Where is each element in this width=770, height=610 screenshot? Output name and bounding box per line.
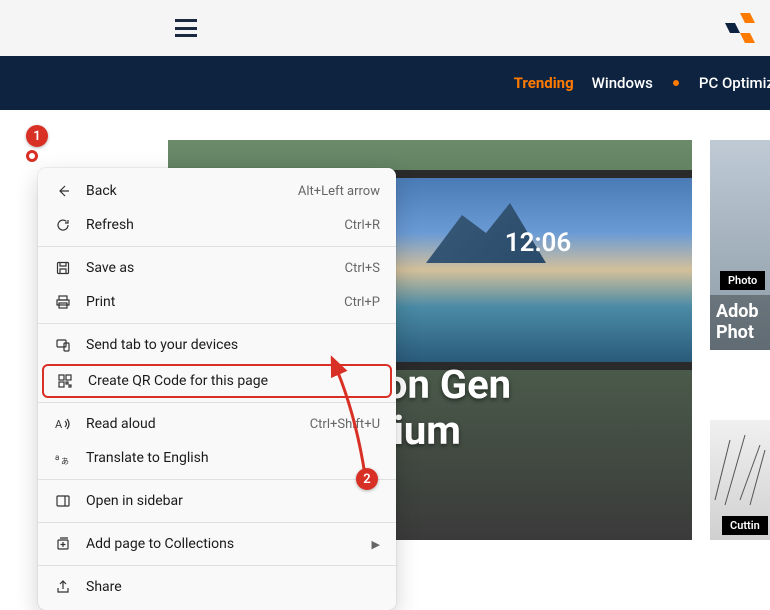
menu-item-share[interactable]: Share (38, 570, 396, 604)
read-aloud-icon: A (54, 415, 72, 433)
site-header (0, 0, 770, 56)
refresh-icon (54, 216, 72, 234)
side-article-title: Adob Phot (710, 295, 770, 350)
menu-label: Back (86, 183, 298, 199)
navbar: Trending Windows PC Optimiz (0, 56, 770, 110)
menu-item-back[interactable]: Back Alt+Left arrow (38, 174, 396, 208)
menu-label: Create QR Code for this page (88, 373, 378, 389)
menu-label: Refresh (86, 217, 344, 233)
hamburger-menu-icon[interactable] (175, 19, 197, 37)
menu-shortcut: Ctrl+S (345, 261, 380, 276)
svg-text:あ: あ (61, 457, 69, 466)
devices-icon (54, 336, 72, 354)
menu-item-sidebar[interactable]: Open in sidebar (38, 484, 396, 518)
sidebar-icon (54, 492, 72, 510)
menu-item-refresh[interactable]: Refresh Ctrl+R (38, 208, 396, 242)
menu-shortcut: Ctrl+R (344, 218, 380, 233)
menu-divider (38, 246, 396, 247)
menu-shortcut: Ctrl+Shift+U (310, 417, 380, 432)
arrow-left-icon (54, 182, 72, 200)
menu-divider (38, 402, 396, 403)
collections-icon (54, 535, 72, 553)
menu-item-sendtab[interactable]: Send tab to your devices (38, 328, 396, 362)
menu-label: Open in sidebar (86, 493, 380, 509)
menu-label: Add page to Collections (86, 536, 364, 552)
site-logo (720, 8, 760, 52)
menu-item-qrcode[interactable]: Create QR Code for this page (42, 364, 392, 398)
menu-label: Save as (86, 260, 345, 276)
annotation-marker-2: 2 (356, 468, 378, 490)
side-article-2[interactable]: Cuttin (710, 420, 770, 540)
menu-divider (38, 565, 396, 566)
laptop-clock: 12:06 (505, 228, 572, 258)
menu-item-translate[interactable]: aあ Translate to English (38, 441, 396, 475)
menu-shortcut: Alt+Left arrow (298, 184, 380, 199)
menu-label: Translate to English (86, 450, 380, 466)
menu-divider (38, 522, 396, 523)
nav-item-windows[interactable]: Windows (592, 74, 653, 92)
save-icon (54, 259, 72, 277)
chevron-right-icon: ▶ (372, 538, 380, 551)
context-menu: Back Alt+Left arrow Refresh Ctrl+R Save … (38, 168, 396, 610)
menu-label: Send tab to your devices (86, 337, 380, 353)
menu-item-readaloud[interactable]: A Read aloud Ctrl+Shift+U (38, 407, 396, 441)
menu-divider (38, 479, 396, 480)
svg-text:A: A (55, 418, 63, 431)
menu-label: Share (86, 579, 380, 595)
annotation-ring (26, 150, 38, 162)
menu-shortcut: Ctrl+P (344, 295, 380, 310)
side-article-1[interactable]: Photo Adob Phot (710, 140, 770, 350)
nav-item-pcoptim[interactable]: PC Optimiz (699, 74, 770, 92)
svg-text:a: a (55, 453, 59, 462)
print-icon (54, 293, 72, 311)
share-icon (54, 578, 72, 596)
qrcode-icon (56, 372, 74, 390)
menu-item-print[interactable]: Print Ctrl+P (38, 285, 396, 319)
menu-item-collections[interactable]: Add page to Collections ▶ (38, 527, 396, 561)
translate-icon: aあ (54, 449, 72, 467)
menu-label: Print (86, 294, 344, 310)
menu-divider (38, 323, 396, 324)
annotation-marker-1: 1 (26, 125, 48, 147)
menu-label: Read aloud (86, 416, 310, 432)
nav-trending[interactable]: Trending (514, 74, 574, 92)
menu-item-saveas[interactable]: Save as Ctrl+S (38, 251, 396, 285)
category-tag: Photo (720, 271, 765, 290)
nav-separator-dot (673, 80, 679, 86)
category-tag: Cuttin (722, 516, 768, 535)
